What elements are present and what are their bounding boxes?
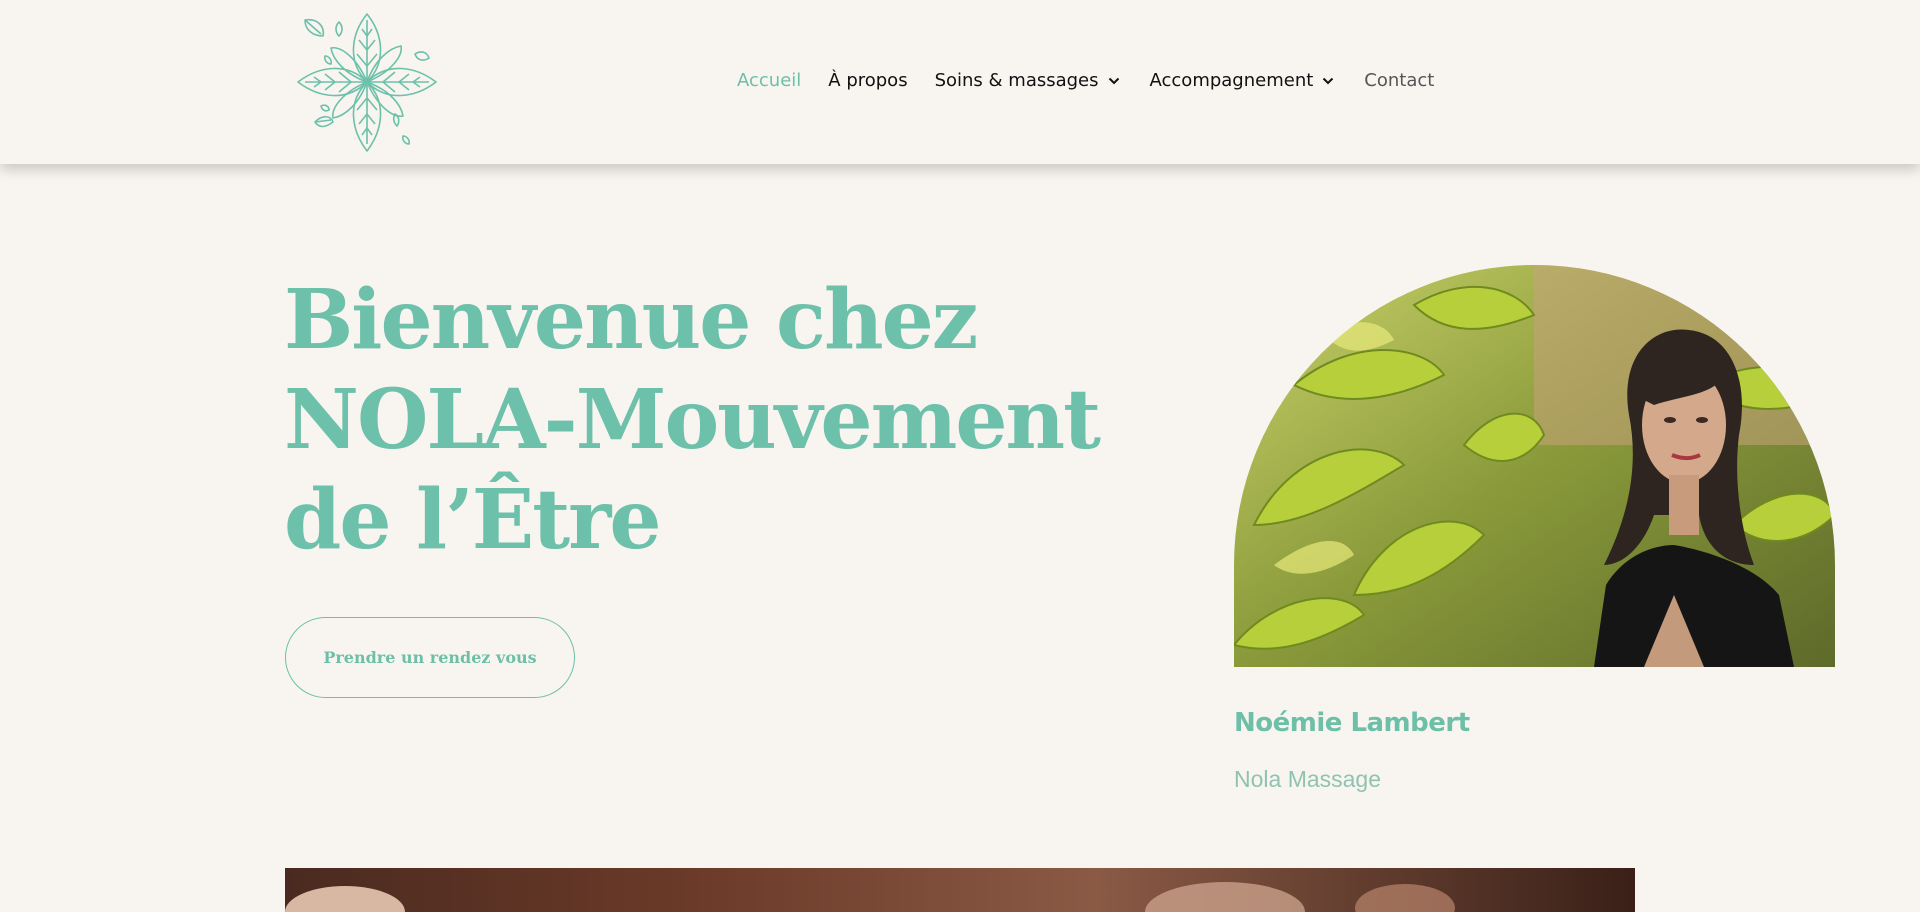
massage-section-image bbox=[285, 868, 1635, 912]
nav-item-a-propos[interactable]: À propos bbox=[828, 70, 907, 91]
nav-item-contact[interactable]: Contact bbox=[1364, 70, 1434, 91]
brand-name: Nola Massage bbox=[1234, 766, 1382, 792]
book-appointment-button[interactable]: Prendre un rendez vous bbox=[285, 617, 575, 698]
nav-label: Accueil bbox=[737, 70, 802, 91]
hero-title-line: de l’Être bbox=[284, 472, 662, 568]
leaf-mandala-icon bbox=[297, 13, 437, 152]
chevron-down-icon bbox=[1108, 77, 1119, 84]
logo[interactable] bbox=[295, 10, 440, 155]
hero-title-line: NOLA-Mouvement bbox=[284, 372, 1101, 468]
site-header: Accueil À propos Soins & massages Accomp… bbox=[0, 0, 1920, 164]
portrait-photo bbox=[1234, 265, 1835, 667]
chevron-down-icon bbox=[1323, 77, 1334, 84]
person-name: Noémie Lambert bbox=[1234, 708, 1470, 738]
nav-item-soins-massages[interactable]: Soins & massages bbox=[935, 70, 1120, 91]
nav-item-accueil[interactable]: Accueil bbox=[737, 70, 801, 91]
hero-title-line: Bienvenue chez bbox=[284, 272, 978, 368]
nav-label: Accompagnement bbox=[1149, 70, 1314, 91]
main-nav: Accueil À propos Soins & massages Accomp… bbox=[737, 70, 1434, 91]
nav-item-accompagnement[interactable]: Accompagnement bbox=[1150, 70, 1335, 91]
hero-title: Bienvenue chez NOLA-Mouvement de l’Être bbox=[284, 270, 1101, 570]
nav-label: À propos bbox=[828, 70, 908, 91]
nav-label: Contact bbox=[1364, 70, 1435, 91]
nav-label: Soins & massages bbox=[934, 70, 1099, 91]
